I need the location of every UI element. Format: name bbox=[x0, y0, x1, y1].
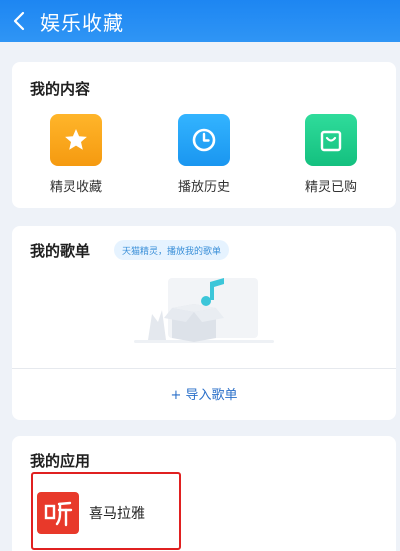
my-content-title: 我的内容 bbox=[30, 80, 91, 98]
star-icon bbox=[65, 129, 87, 150]
favorites-item[interactable]: 精灵收藏 bbox=[36, 114, 116, 195]
page-title: 娱乐收藏 bbox=[40, 10, 124, 35]
play-history-item[interactable]: 播放历史 bbox=[164, 114, 244, 195]
import-playlist-button[interactable]: + 导入歌单 bbox=[12, 384, 396, 403]
purchased-icon-tile bbox=[305, 114, 357, 166]
favorites-icon-tile bbox=[50, 114, 102, 166]
play-history-icon-tile bbox=[178, 114, 230, 166]
chevron-left-icon bbox=[13, 11, 25, 31]
playlist-hint-badge: 天猫精灵，播放我的歌单 bbox=[114, 240, 230, 260]
app-item-ximalaya[interactable]: 喜马拉雅 bbox=[31, 472, 181, 550]
favorites-label: 精灵收藏 bbox=[49, 180, 102, 195]
my-content-card: 我的内容 精灵收藏 播放历史 精灵已购 bbox=[12, 62, 396, 208]
my-playlist-title: 我的歌单 bbox=[30, 242, 91, 260]
ximalaya-logo-tile bbox=[37, 492, 79, 534]
back-button[interactable] bbox=[0, 0, 38, 42]
empty-box-music-icon bbox=[134, 278, 274, 343]
purchased-item[interactable]: 精灵已购 bbox=[291, 114, 371, 195]
my-playlist-card: 我的歌单 天猫精灵，播放我的歌单 + 导入歌单 bbox=[12, 226, 396, 420]
shopping-bag-icon bbox=[320, 130, 342, 152]
my-apps-title: 我的应用 bbox=[30, 452, 91, 470]
app-label-ximalaya: 喜马拉雅 bbox=[89, 506, 145, 522]
purchased-label: 精灵已购 bbox=[304, 180, 357, 195]
top-bar: 娱乐收藏 bbox=[0, 0, 400, 42]
clock-icon bbox=[192, 128, 216, 152]
ximalaya-logo-icon bbox=[44, 501, 73, 527]
playlist-divider bbox=[12, 368, 396, 369]
play-history-label: 播放历史 bbox=[177, 180, 230, 195]
my-apps-card: 我的应用 喜马拉雅 bbox=[12, 436, 396, 551]
